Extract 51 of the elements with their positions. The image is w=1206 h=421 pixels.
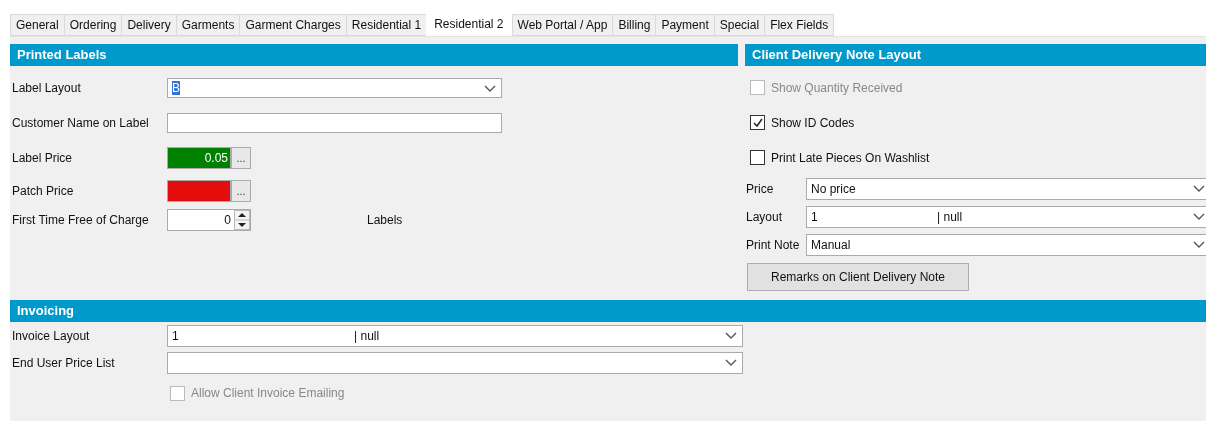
- tab[interactable]: Payment: [655, 14, 714, 36]
- section-header: Invoicing: [10, 300, 1206, 322]
- tab[interactable]: Garments: [175, 14, 240, 36]
- price-field[interactable]: [167, 179, 231, 202]
- dropdown-field[interactable]: Manual: [806, 234, 1206, 256]
- chevron-down-icon: [1193, 241, 1205, 249]
- checkbox[interactable]: [750, 115, 765, 130]
- tab[interactable]: Billing: [612, 14, 656, 36]
- checkbox-label: Print Late Pieces On Washlist: [771, 150, 930, 165]
- chevron-down-icon: [1193, 185, 1205, 193]
- dropdown-field[interactable]: [167, 352, 743, 374]
- field-label: Patch Price: [11, 183, 75, 198]
- spinner-arrows-icon: [234, 209, 250, 230]
- dropdown-field[interactable]: B: [167, 77, 502, 98]
- section-header: Printed Labels: [10, 44, 738, 66]
- tab[interactable]: Residential 1: [345, 14, 427, 36]
- field-label: Price: [745, 182, 775, 196]
- field-label: Customer Name on Label: [11, 115, 150, 130]
- field-label: End User Price List: [11, 356, 116, 370]
- remarks-button[interactable]: Remarks on Client Delivery Note: [747, 263, 969, 291]
- dropdown-field[interactable]: No price: [806, 178, 1206, 200]
- tab[interactable]: Garment Charges: [239, 14, 346, 36]
- spinner-field[interactable]: 0: [167, 208, 251, 231]
- unit-label: Labels: [367, 212, 403, 227]
- checkbox-label: Allow Client Invoice Emailing: [191, 386, 345, 400]
- chevron-down-icon: [725, 359, 737, 367]
- dropdown-field[interactable]: 1 | null: [167, 325, 743, 347]
- checkbox-label: Show ID Codes: [771, 115, 855, 130]
- field-label: Print Note: [745, 238, 801, 252]
- field-label: Label Price: [11, 150, 74, 165]
- dropdown-field[interactable]: 1 | null: [806, 206, 1206, 228]
- input-field[interactable]: [167, 112, 502, 133]
- browse-button[interactable]: ...: [231, 146, 251, 169]
- section-header: Client Delivery Note Layout: [745, 44, 1206, 66]
- tab[interactable]: Flex Fields: [764, 14, 835, 36]
- tab[interactable]: Delivery: [121, 14, 176, 36]
- price-field[interactable]: 0.05: [167, 146, 231, 169]
- tab[interactable]: General: [10, 14, 64, 36]
- chevron-down-icon: [725, 332, 737, 340]
- field-label: Invoice Layout: [11, 329, 91, 343]
- checkbox-label: Show Quantity Received: [771, 80, 903, 95]
- field-label: Layout: [745, 210, 784, 224]
- field-label: Label Layout: [11, 80, 82, 95]
- tab[interactable]: Ordering: [63, 14, 122, 36]
- checkbox[interactable]: [750, 150, 765, 165]
- chevron-down-icon: [1193, 213, 1205, 221]
- tab[interactable]: Web Portal / App: [511, 14, 613, 36]
- tab[interactable]: Special: [713, 14, 765, 36]
- field-label: First Time Free of Charge: [11, 212, 150, 227]
- chevron-down-icon: [484, 84, 496, 93]
- browse-button[interactable]: ...: [231, 179, 251, 202]
